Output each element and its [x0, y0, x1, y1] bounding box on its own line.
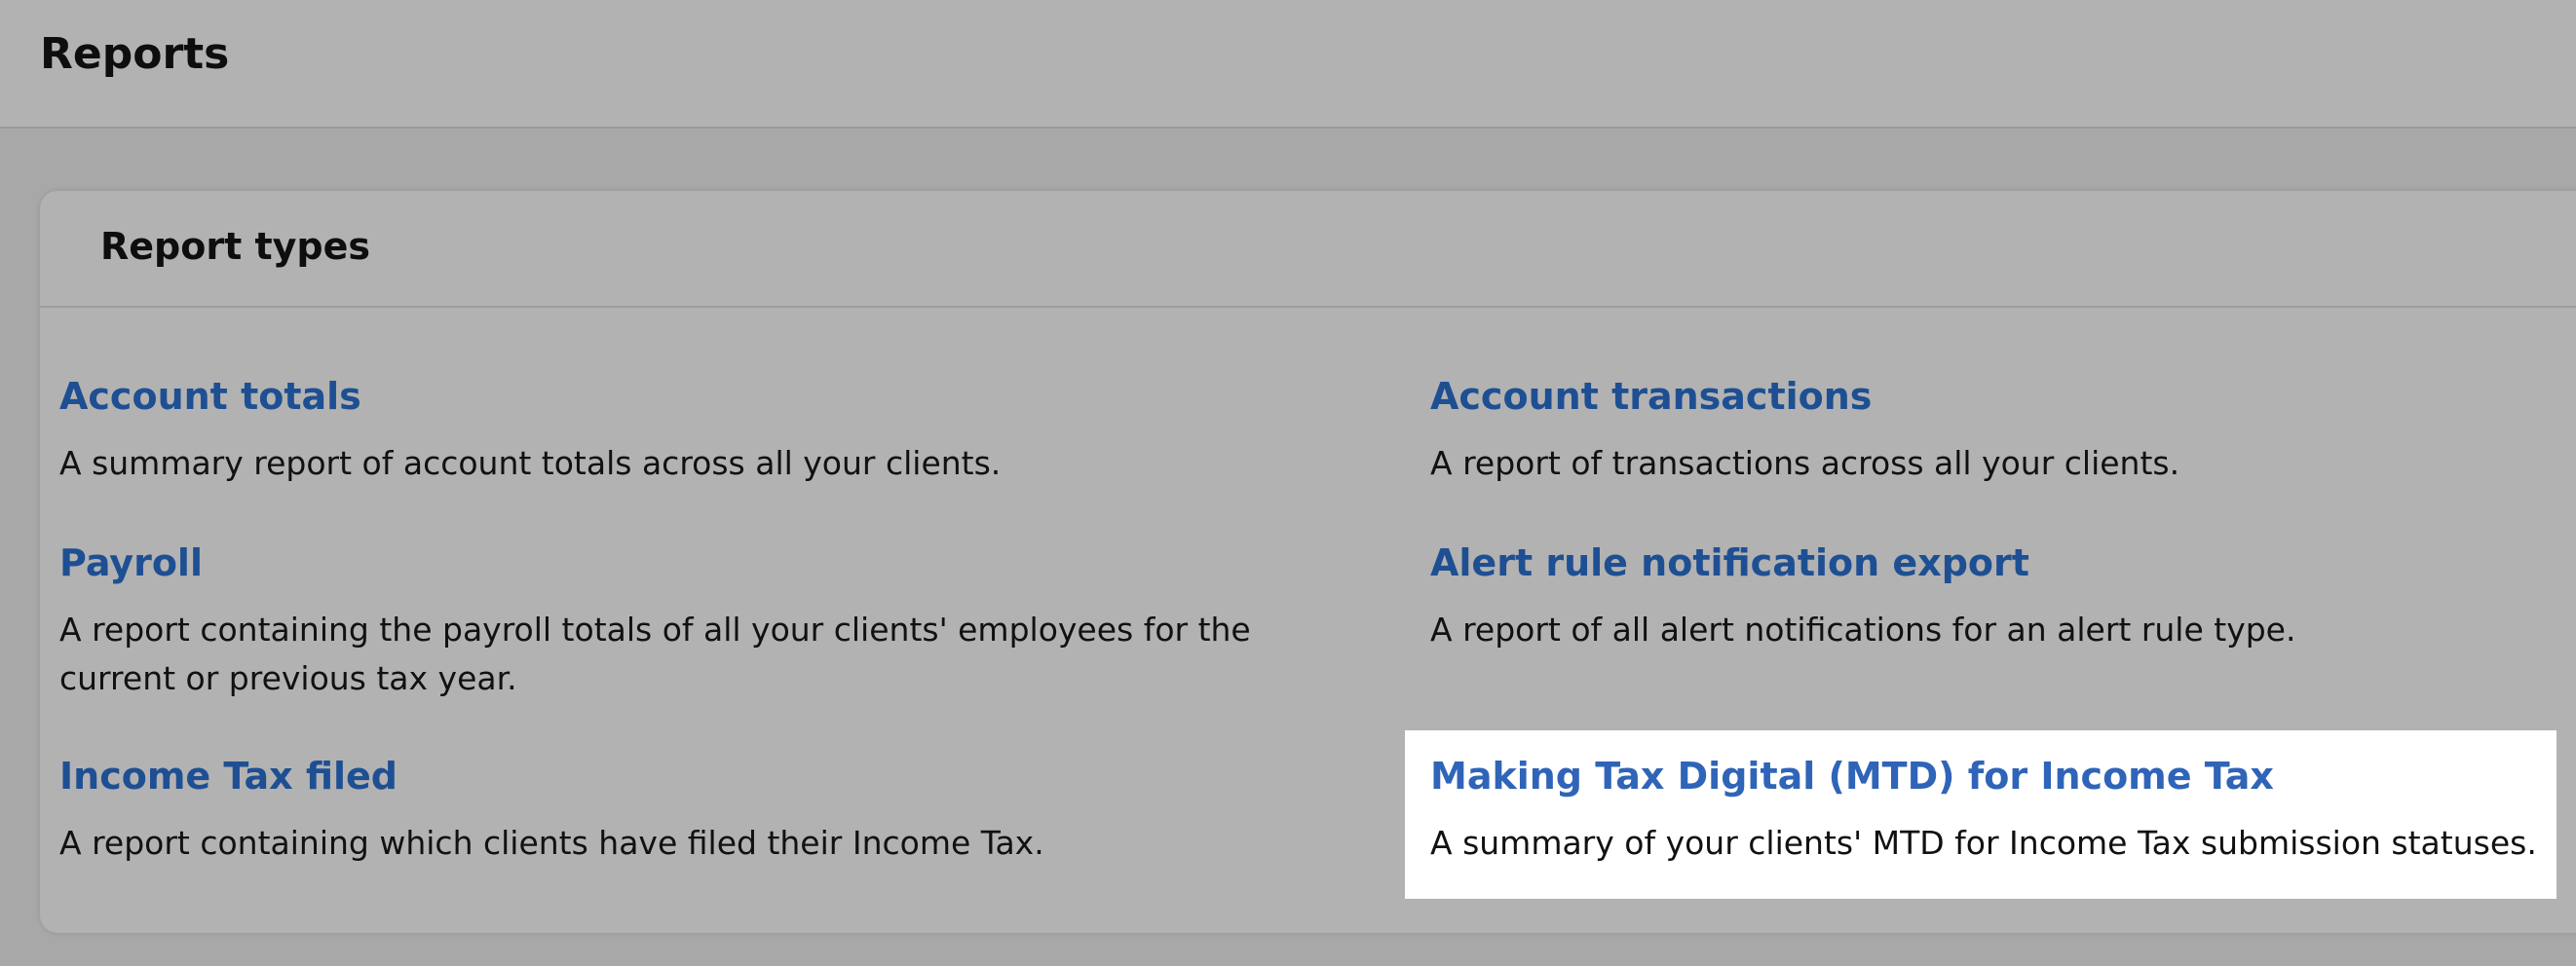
- payroll-description: A report containing the payroll totals o…: [59, 611, 1251, 697]
- report-item-alert-rule-notification-export: Alert rule notification export A report …: [1430, 538, 2560, 654]
- report-item-account-totals: Account totals A summary report of accou…: [59, 371, 1297, 488]
- page-title: Reports: [40, 29, 230, 79]
- alert-rule-notification-export-description: A report of all alert notifications for …: [1430, 611, 2296, 649]
- account-transactions-link[interactable]: Account transactions: [1430, 371, 2560, 422]
- mtd-income-tax-link[interactable]: Making Tax Digital (MTD) for Income Tax: [1430, 751, 2551, 801]
- mtd-income-tax-description: A summary of your clients' MTD for Incom…: [1430, 824, 2537, 862]
- card-header: Report types: [40, 191, 2576, 308]
- account-transactions-description: A report of transactions across all your…: [1430, 444, 2180, 482]
- report-item-payroll: Payroll A report containing the payroll …: [59, 538, 1297, 703]
- card-title: Report types: [100, 225, 371, 268]
- report-item-account-transactions: Account transactions A report of transac…: [1430, 371, 2560, 488]
- report-item-mtd-income-tax: Making Tax Digital (MTD) for Income Tax …: [1430, 751, 2551, 868]
- payroll-link[interactable]: Payroll: [59, 538, 1297, 588]
- account-totals-link[interactable]: Account totals: [59, 371, 1297, 422]
- top-bar: Reports: [0, 0, 2576, 129]
- income-tax-filed-link[interactable]: Income Tax filed: [59, 751, 1297, 801]
- account-totals-description: A summary report of account totals acros…: [59, 444, 1002, 482]
- income-tax-filed-description: A report containing which clients have f…: [59, 824, 1044, 862]
- highlighted-report-mtd: Making Tax Digital (MTD) for Income Tax …: [1405, 730, 2557, 899]
- report-item-income-tax-filed: Income Tax filed A report containing whi…: [59, 751, 1297, 868]
- alert-rule-notification-export-link[interactable]: Alert rule notification export: [1430, 538, 2560, 588]
